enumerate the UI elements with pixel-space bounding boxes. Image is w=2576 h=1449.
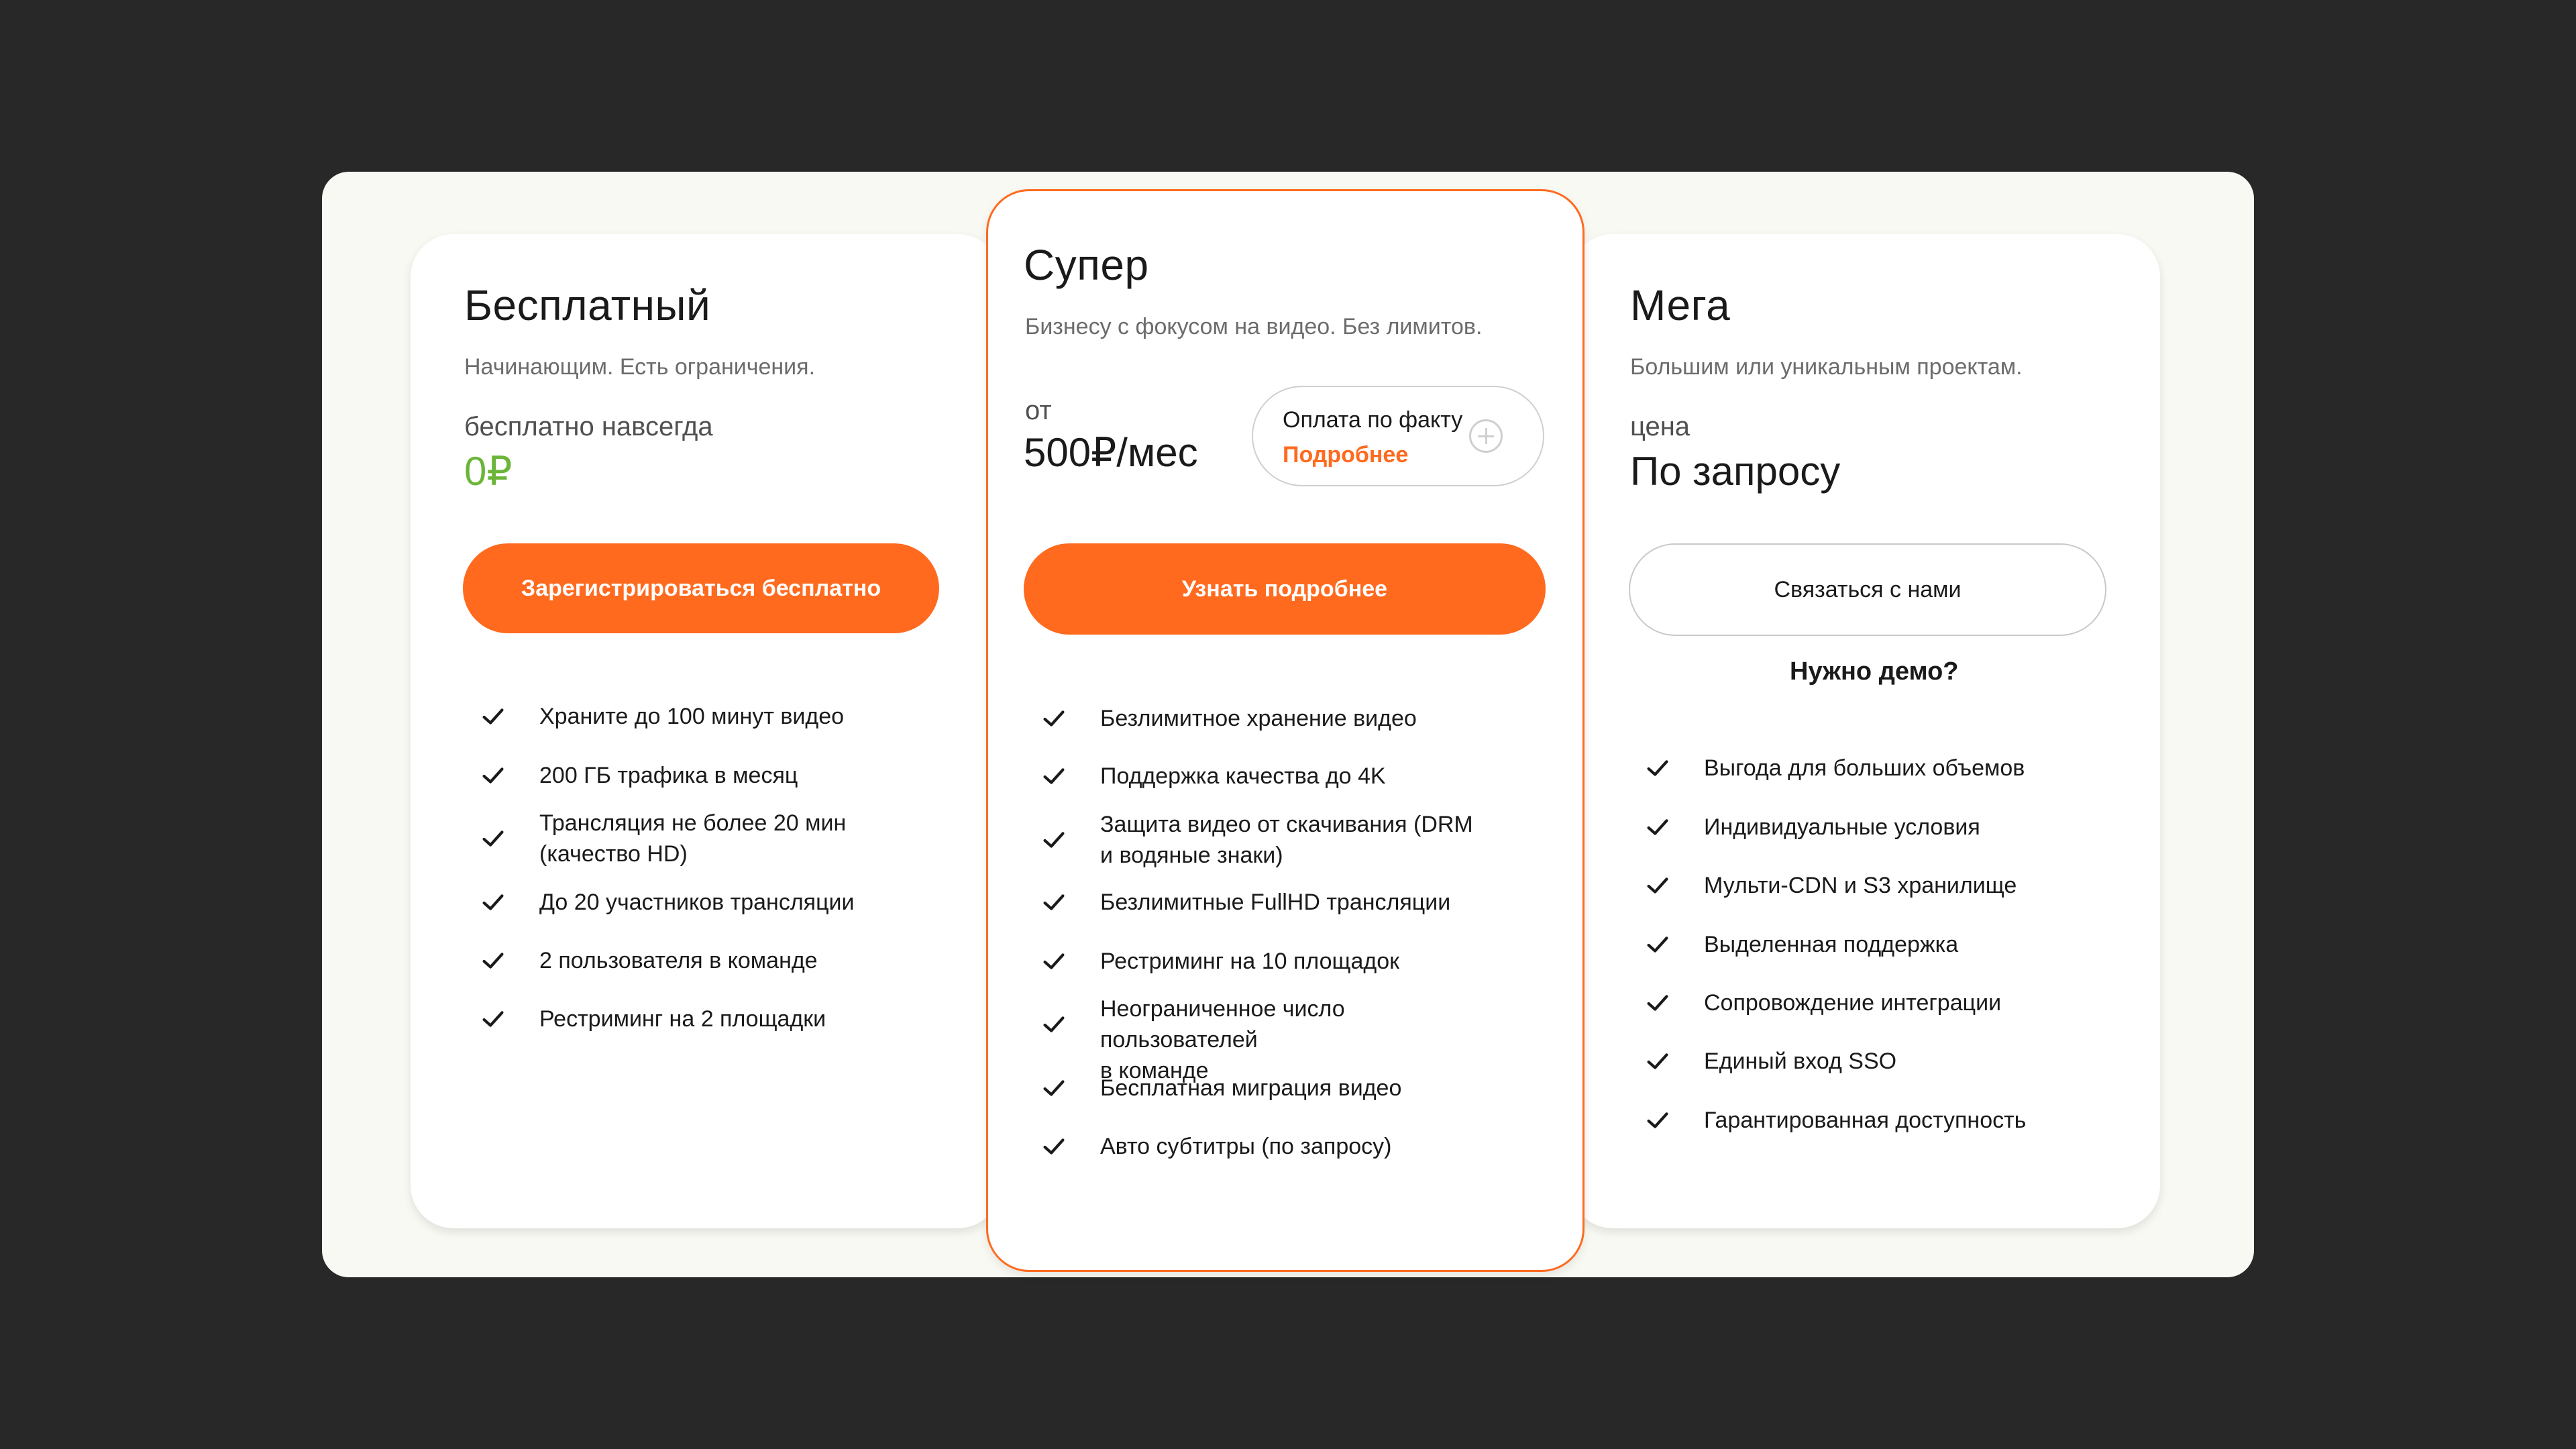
- feature-item: Единый вход SSO: [1642, 1034, 2072, 1088]
- price-mega: По запросу: [1630, 449, 1841, 494]
- check-icon: [482, 767, 504, 784]
- plan-subtitle-free: Начинающим. Есть ограничения.: [464, 354, 816, 380]
- feature-item: Выгода для больших объемов: [1642, 741, 2072, 795]
- feature-text: Трансляция не более 20 мин (качество HD): [539, 810, 847, 867]
- check-icon: [1647, 819, 1668, 835]
- check-icon: [482, 830, 504, 847]
- feature-item: Защита видео от скачивания (DRM и водяны…: [1038, 812, 1508, 868]
- feature-text: Авто субтитры (по запросу): [1100, 1134, 1392, 1159]
- feature-text: До 20 участников трансляции: [539, 890, 855, 915]
- check-icon: [1647, 760, 1668, 776]
- feature-text: Защита видео от скачивания (DRM и водяны…: [1100, 812, 1473, 868]
- feature-item: Индивидуальные условия: [1642, 800, 2072, 854]
- check-icon: [1043, 1138, 1065, 1155]
- price-label-free: бесплатно навсегда: [464, 412, 713, 441]
- pay-as-you-go-pill[interactable]: Оплата по факту Подробнее: [1252, 386, 1544, 486]
- feature-text: Храните до 100 минут видео: [539, 704, 845, 729]
- check-icon: [1647, 1053, 1668, 1069]
- feature-item: Поддержка качества до 4K: [1038, 749, 1508, 803]
- plus-circle-icon[interactable]: [1469, 419, 1503, 453]
- check-icon: [1043, 1080, 1065, 1096]
- feature-item: Авто субтитры (по запросу): [1038, 1120, 1508, 1173]
- feature-text: Единый вход SSO: [1704, 1049, 1897, 1074]
- price-free: 0₽: [464, 449, 513, 494]
- demo-link[interactable]: Нужно демо?: [1790, 657, 1959, 686]
- feature-text: Гарантированная доступность: [1704, 1108, 2027, 1133]
- feature-text: Выгода для больших объемов: [1704, 755, 2025, 781]
- feature-text: Безлимитные FullHD трансляции: [1100, 890, 1451, 915]
- price-label-mega: цена: [1630, 412, 1690, 441]
- feature-item: Безлимитные FullHD трансляции: [1038, 875, 1508, 929]
- plan-subtitle-mega: Большим или уникальным проектам.: [1630, 354, 2023, 380]
- feature-item: Мульти-CDN и S3 хранилище: [1642, 859, 2072, 912]
- plan-title-free: Бесплатный: [464, 281, 711, 329]
- feature-text: Выделенная поддержка: [1704, 932, 1959, 957]
- check-icon: [1043, 710, 1065, 727]
- feature-text: Рестриминг на 10 площадок: [1100, 949, 1400, 974]
- check-icon: [1043, 953, 1065, 969]
- feature-item: 200 ГБ трафика в месяц: [478, 749, 907, 802]
- contact-us-button[interactable]: Связаться с нами: [1629, 543, 2106, 636]
- check-icon: [482, 708, 504, 724]
- learn-more-button[interactable]: Узнать подробнее: [1024, 543, 1546, 635]
- more-link[interactable]: Подробнее: [1283, 442, 1408, 468]
- check-icon: [1647, 995, 1668, 1011]
- price-prefix-super: от: [1025, 396, 1052, 425]
- check-icon: [1647, 1112, 1668, 1128]
- feature-text: Мульти-CDN и S3 хранилище: [1704, 873, 2017, 898]
- feature-item: Рестриминг на 2 площадки: [478, 992, 907, 1046]
- feature-item: Трансляция не более 20 мин (качество HD): [478, 810, 907, 867]
- feature-item: Сопровождение интеграции: [1642, 976, 2072, 1030]
- signup-free-button[interactable]: Зарегистрироваться бесплатно: [463, 543, 939, 633]
- check-icon: [482, 953, 504, 969]
- check-icon: [1647, 877, 1668, 894]
- pay-as-you-go-label: Оплата по факту: [1283, 407, 1463, 433]
- plan-title-mega: Мега: [1630, 281, 1731, 329]
- feature-text: Поддержка качества до 4K: [1100, 763, 1386, 789]
- feature-item: До 20 участников трансляции: [478, 875, 907, 929]
- feature-item: Выделенная поддержка: [1642, 918, 2072, 971]
- feature-item: Рестриминг на 10 площадок: [1038, 934, 1508, 988]
- check-icon: [1647, 936, 1668, 953]
- feature-text: 200 ГБ трафика в месяц: [539, 763, 798, 788]
- plan-title-super: Супер: [1024, 241, 1149, 289]
- feature-item: Неограниченное число пользователей в ком…: [1038, 996, 1508, 1083]
- feature-text: Безлимитное хранение видео: [1100, 706, 1417, 731]
- feature-text: Рестриминг на 2 площадки: [539, 1006, 826, 1032]
- feature-item: 2 пользователя в команде: [478, 934, 907, 987]
- feature-text: Индивидуальные условия: [1704, 814, 1980, 840]
- price-super: 500₽/мес: [1024, 430, 1198, 475]
- plan-subtitle-super: Бизнесу с фокусом на видео. Без лимитов.: [1025, 314, 1483, 339]
- feature-text: Бесплатная миграция видео: [1100, 1075, 1402, 1101]
- check-icon: [1043, 1016, 1065, 1032]
- check-icon: [482, 894, 504, 910]
- feature-item: Безлимитное хранение видео: [1038, 692, 1508, 745]
- check-icon: [1043, 894, 1065, 910]
- feature-item: Бесплатная миграция видео: [1038, 1061, 1508, 1115]
- feature-item: Храните до 100 минут видео: [478, 690, 907, 743]
- feature-text: Сопровождение интеграции: [1704, 990, 2002, 1016]
- check-icon: [1043, 768, 1065, 784]
- feature-item: Гарантированная доступность: [1642, 1093, 2072, 1147]
- check-icon: [1043, 832, 1065, 848]
- feature-text: 2 пользователя в команде: [539, 948, 818, 973]
- check-icon: [482, 1011, 504, 1027]
